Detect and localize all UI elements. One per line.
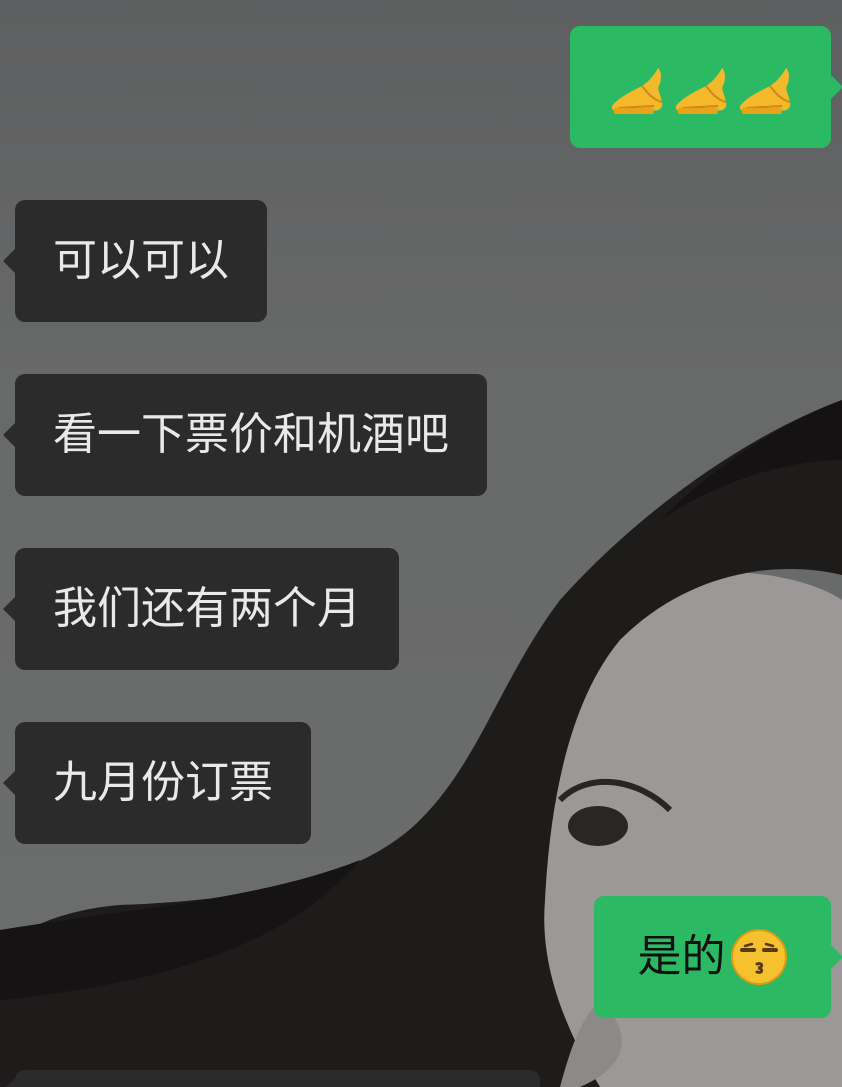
message-text: 我们还有两个月	[53, 583, 361, 634]
emoji-row	[608, 58, 794, 116]
incoming-message-bubble[interactable]: 九月份订票	[3, 722, 311, 844]
pray-hands-icon	[736, 58, 794, 116]
message-text: 是的	[637, 931, 726, 982]
message-text: 九月份订票	[53, 757, 273, 808]
message-text: 可以可以	[53, 235, 229, 286]
incoming-message-bubble[interactable]: 看一下票价和机酒吧	[3, 374, 487, 496]
pray-hands-icon	[608, 58, 666, 116]
incoming-message-bubble[interactable]: 可以可以	[3, 200, 267, 322]
message-text: 看一下票价和机酒吧	[53, 409, 449, 460]
pray-hands-icon	[672, 58, 730, 116]
outgoing-message-bubble[interactable]: 是的	[594, 896, 842, 1018]
incoming-message-bubble-partial[interactable]	[3, 1070, 540, 1087]
outgoing-message-bubble[interactable]	[570, 26, 842, 148]
incoming-message-bubble[interactable]: 我们还有两个月	[3, 548, 399, 670]
kissing-face-icon	[730, 928, 788, 986]
